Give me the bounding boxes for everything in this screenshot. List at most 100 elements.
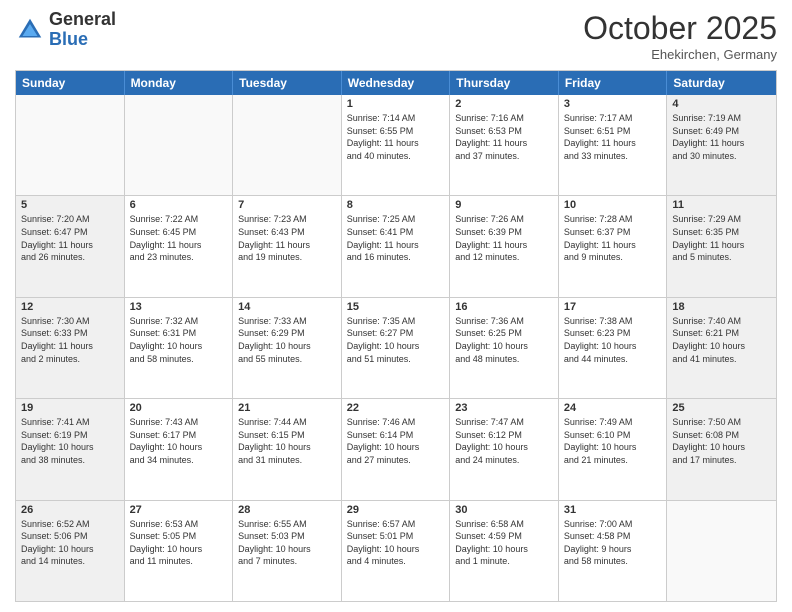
day-number: 12 (21, 301, 119, 313)
cal-cell: 1Sunrise: 7:14 AMSunset: 6:55 PMDaylight… (342, 95, 451, 195)
day-info: Sunrise: 7:44 AMSunset: 6:15 PMDaylight:… (238, 416, 336, 466)
cal-cell: 6 Sunrise: 7:22 AMSunset: 6:45 PMDaylight… (125, 196, 234, 296)
day-info: Sunrise: 7:14 AMSunset: 6:55 PMDaylight:… (347, 112, 445, 162)
logo: General Blue (15, 10, 116, 50)
calendar: SundayMondayTuesdayWednesdayThursdayFrid… (15, 70, 777, 602)
cal-cell (16, 95, 125, 195)
month-title: October 2025 (583, 10, 777, 47)
day-number: 14 (238, 301, 336, 313)
cal-cell: 21 Sunrise: 7:44 AMSunset: 6:15 PMDayligh… (233, 399, 342, 499)
day-number: 21 (238, 402, 336, 414)
cal-cell: 11 Sunrise: 7:29 AMSunset: 6:35 PMDayligh… (667, 196, 776, 296)
day-number: 15 (347, 301, 445, 313)
header-day-wednesday: Wednesday (342, 71, 451, 95)
cal-cell: 17 Sunrise: 7:38 AMSunset: 6:23 PMDayligh… (559, 298, 668, 398)
cal-cell: 16 Sunrise: 7:36 AMSunset: 6:25 PMDayligh… (450, 298, 559, 398)
logo-text: General Blue (49, 10, 116, 50)
day-number: 11 (672, 199, 771, 211)
day-info: Sunrise: 6:55 AMSunset: 5:03 PMDaylight:… (238, 518, 336, 568)
day-info: Sunrise: 7:30 AMSunset: 6:33 PMDaylight:… (21, 315, 119, 365)
cal-cell: 4 Sunrise: 7:19 AMSunset: 6:49 PMDaylight… (667, 95, 776, 195)
header-day-monday: Monday (125, 71, 234, 95)
day-info: Sunrise: 7:25 AMSunset: 6:41 PMDaylight:… (347, 213, 445, 263)
day-number: 18 (672, 301, 771, 313)
cal-cell: 5Sunrise: 7:20 AMSunset: 6:47 PMDaylight… (16, 196, 125, 296)
day-info: Sunrise: 7:47 AMSunset: 6:12 PMDaylight:… (455, 416, 553, 466)
day-info: Sunrise: 7:19 AMSunset: 6:49 PMDaylight:… (672, 112, 771, 162)
day-info: Sunrise: 7:28 AMSunset: 6:37 PMDaylight:… (564, 213, 662, 263)
day-number: 7 (238, 199, 336, 211)
cal-row-4: 26 Sunrise: 6:52 AMSunset: 5:06 PMDayligh… (16, 500, 776, 601)
day-number: 6 (130, 199, 228, 211)
title-block: October 2025 Ehekirchen, Germany (583, 10, 777, 62)
day-info: Sunrise: 7:17 AMSunset: 6:51 PMDaylight:… (564, 112, 662, 162)
cal-cell: 23 Sunrise: 7:47 AMSunset: 6:12 PMDayligh… (450, 399, 559, 499)
header-day-sunday: Sunday (16, 71, 125, 95)
logo-blue: Blue (49, 29, 88, 49)
day-info: Sunrise: 6:53 AMSunset: 5:05 PMDaylight:… (130, 518, 228, 568)
day-info: Sunrise: 7:38 AMSunset: 6:23 PMDaylight:… (564, 315, 662, 365)
day-info: Sunrise: 7:50 AMSunset: 6:08 PMDaylight:… (672, 416, 771, 466)
day-info: Sunrise: 7:43 AMSunset: 6:17 PMDaylight:… (130, 416, 228, 466)
day-number: 23 (455, 402, 553, 414)
day-number: 30 (455, 504, 553, 516)
day-info: Sunrise: 7:22 AMSunset: 6:45 PMDaylight:… (130, 213, 228, 263)
day-number: 27 (130, 504, 228, 516)
day-info: Sunrise: 7:36 AMSunset: 6:25 PMDaylight:… (455, 315, 553, 365)
day-number: 25 (672, 402, 771, 414)
page: General Blue October 2025 Ehekirchen, Ge… (0, 0, 792, 612)
day-info: Sunrise: 7:32 AMSunset: 6:31 PMDaylight:… (130, 315, 228, 365)
day-info: Sunrise: 7:40 AMSunset: 6:21 PMDaylight:… (672, 315, 771, 365)
cal-cell: 27 Sunrise: 6:53 AMSunset: 5:05 PMDayligh… (125, 501, 234, 601)
day-number: 31 (564, 504, 662, 516)
cal-cell: 29 Sunrise: 6:57 AMSunset: 5:01 PMDayligh… (342, 501, 451, 601)
day-number: 2 (455, 98, 553, 110)
calendar-body: 1Sunrise: 7:14 AMSunset: 6:55 PMDaylight… (16, 95, 776, 601)
day-number: 8 (347, 199, 445, 211)
day-number: 26 (21, 504, 119, 516)
cal-cell: 7Sunrise: 7:23 AMSunset: 6:43 PMDaylight… (233, 196, 342, 296)
cal-cell: 10 Sunrise: 7:28 AMSunset: 6:37 PMDayligh… (559, 196, 668, 296)
header: General Blue October 2025 Ehekirchen, Ge… (15, 10, 777, 62)
cal-cell: 15Sunrise: 7:35 AMSunset: 6:27 PMDayligh… (342, 298, 451, 398)
cal-cell: 18 Sunrise: 7:40 AMSunset: 6:21 PMDayligh… (667, 298, 776, 398)
cal-cell: 12 Sunrise: 7:30 AMSunset: 6:33 PMDayligh… (16, 298, 125, 398)
day-info: Sunrise: 7:46 AMSunset: 6:14 PMDaylight:… (347, 416, 445, 466)
day-number: 4 (672, 98, 771, 110)
cal-row-2: 12 Sunrise: 7:30 AMSunset: 6:33 PMDayligh… (16, 297, 776, 398)
day-number: 10 (564, 199, 662, 211)
cal-cell: 3Sunrise: 7:17 AMSunset: 6:51 PMDaylight… (559, 95, 668, 195)
day-number: 16 (455, 301, 553, 313)
cal-cell (667, 501, 776, 601)
cal-cell: 28 Sunrise: 6:55 AMSunset: 5:03 PMDayligh… (233, 501, 342, 601)
cal-cell: 19 Sunrise: 7:41 AMSunset: 6:19 PMDayligh… (16, 399, 125, 499)
day-number: 20 (130, 402, 228, 414)
day-number: 19 (21, 402, 119, 414)
day-info: Sunrise: 7:16 AMSunset: 6:53 PMDaylight:… (455, 112, 553, 162)
day-number: 24 (564, 402, 662, 414)
cal-cell: 20 Sunrise: 7:43 AMSunset: 6:17 PMDayligh… (125, 399, 234, 499)
cal-cell: 30Sunrise: 6:58 AMSunset: 4:59 PMDayligh… (450, 501, 559, 601)
day-number: 17 (564, 301, 662, 313)
logo-icon (15, 15, 45, 45)
day-info: Sunrise: 7:29 AMSunset: 6:35 PMDaylight:… (672, 213, 771, 263)
day-info: Sunrise: 7:41 AMSunset: 6:19 PMDaylight:… (21, 416, 119, 466)
cal-cell: 2 Sunrise: 7:16 AMSunset: 6:53 PMDaylight… (450, 95, 559, 195)
day-number: 5 (21, 199, 119, 211)
cal-row-0: 1Sunrise: 7:14 AMSunset: 6:55 PMDaylight… (16, 95, 776, 195)
day-info: Sunrise: 7:26 AMSunset: 6:39 PMDaylight:… (455, 213, 553, 263)
day-info: Sunrise: 6:52 AMSunset: 5:06 PMDaylight:… (21, 518, 119, 568)
day-info: Sunrise: 7:00 AMSunset: 4:58 PMDaylight:… (564, 518, 662, 568)
day-number: 29 (347, 504, 445, 516)
day-number: 9 (455, 199, 553, 211)
day-info: Sunrise: 6:57 AMSunset: 5:01 PMDaylight:… (347, 518, 445, 568)
header-day-saturday: Saturday (667, 71, 776, 95)
cal-cell (233, 95, 342, 195)
header-day-friday: Friday (559, 71, 668, 95)
cal-cell: 9 Sunrise: 7:26 AMSunset: 6:39 PMDaylight… (450, 196, 559, 296)
cal-cell: 31 Sunrise: 7:00 AMSunset: 4:58 PMDayligh… (559, 501, 668, 601)
day-info: Sunrise: 7:33 AMSunset: 6:29 PMDaylight:… (238, 315, 336, 365)
cal-cell: 24Sunrise: 7:49 AMSunset: 6:10 PMDayligh… (559, 399, 668, 499)
cal-row-1: 5Sunrise: 7:20 AMSunset: 6:47 PMDaylight… (16, 195, 776, 296)
day-number: 28 (238, 504, 336, 516)
